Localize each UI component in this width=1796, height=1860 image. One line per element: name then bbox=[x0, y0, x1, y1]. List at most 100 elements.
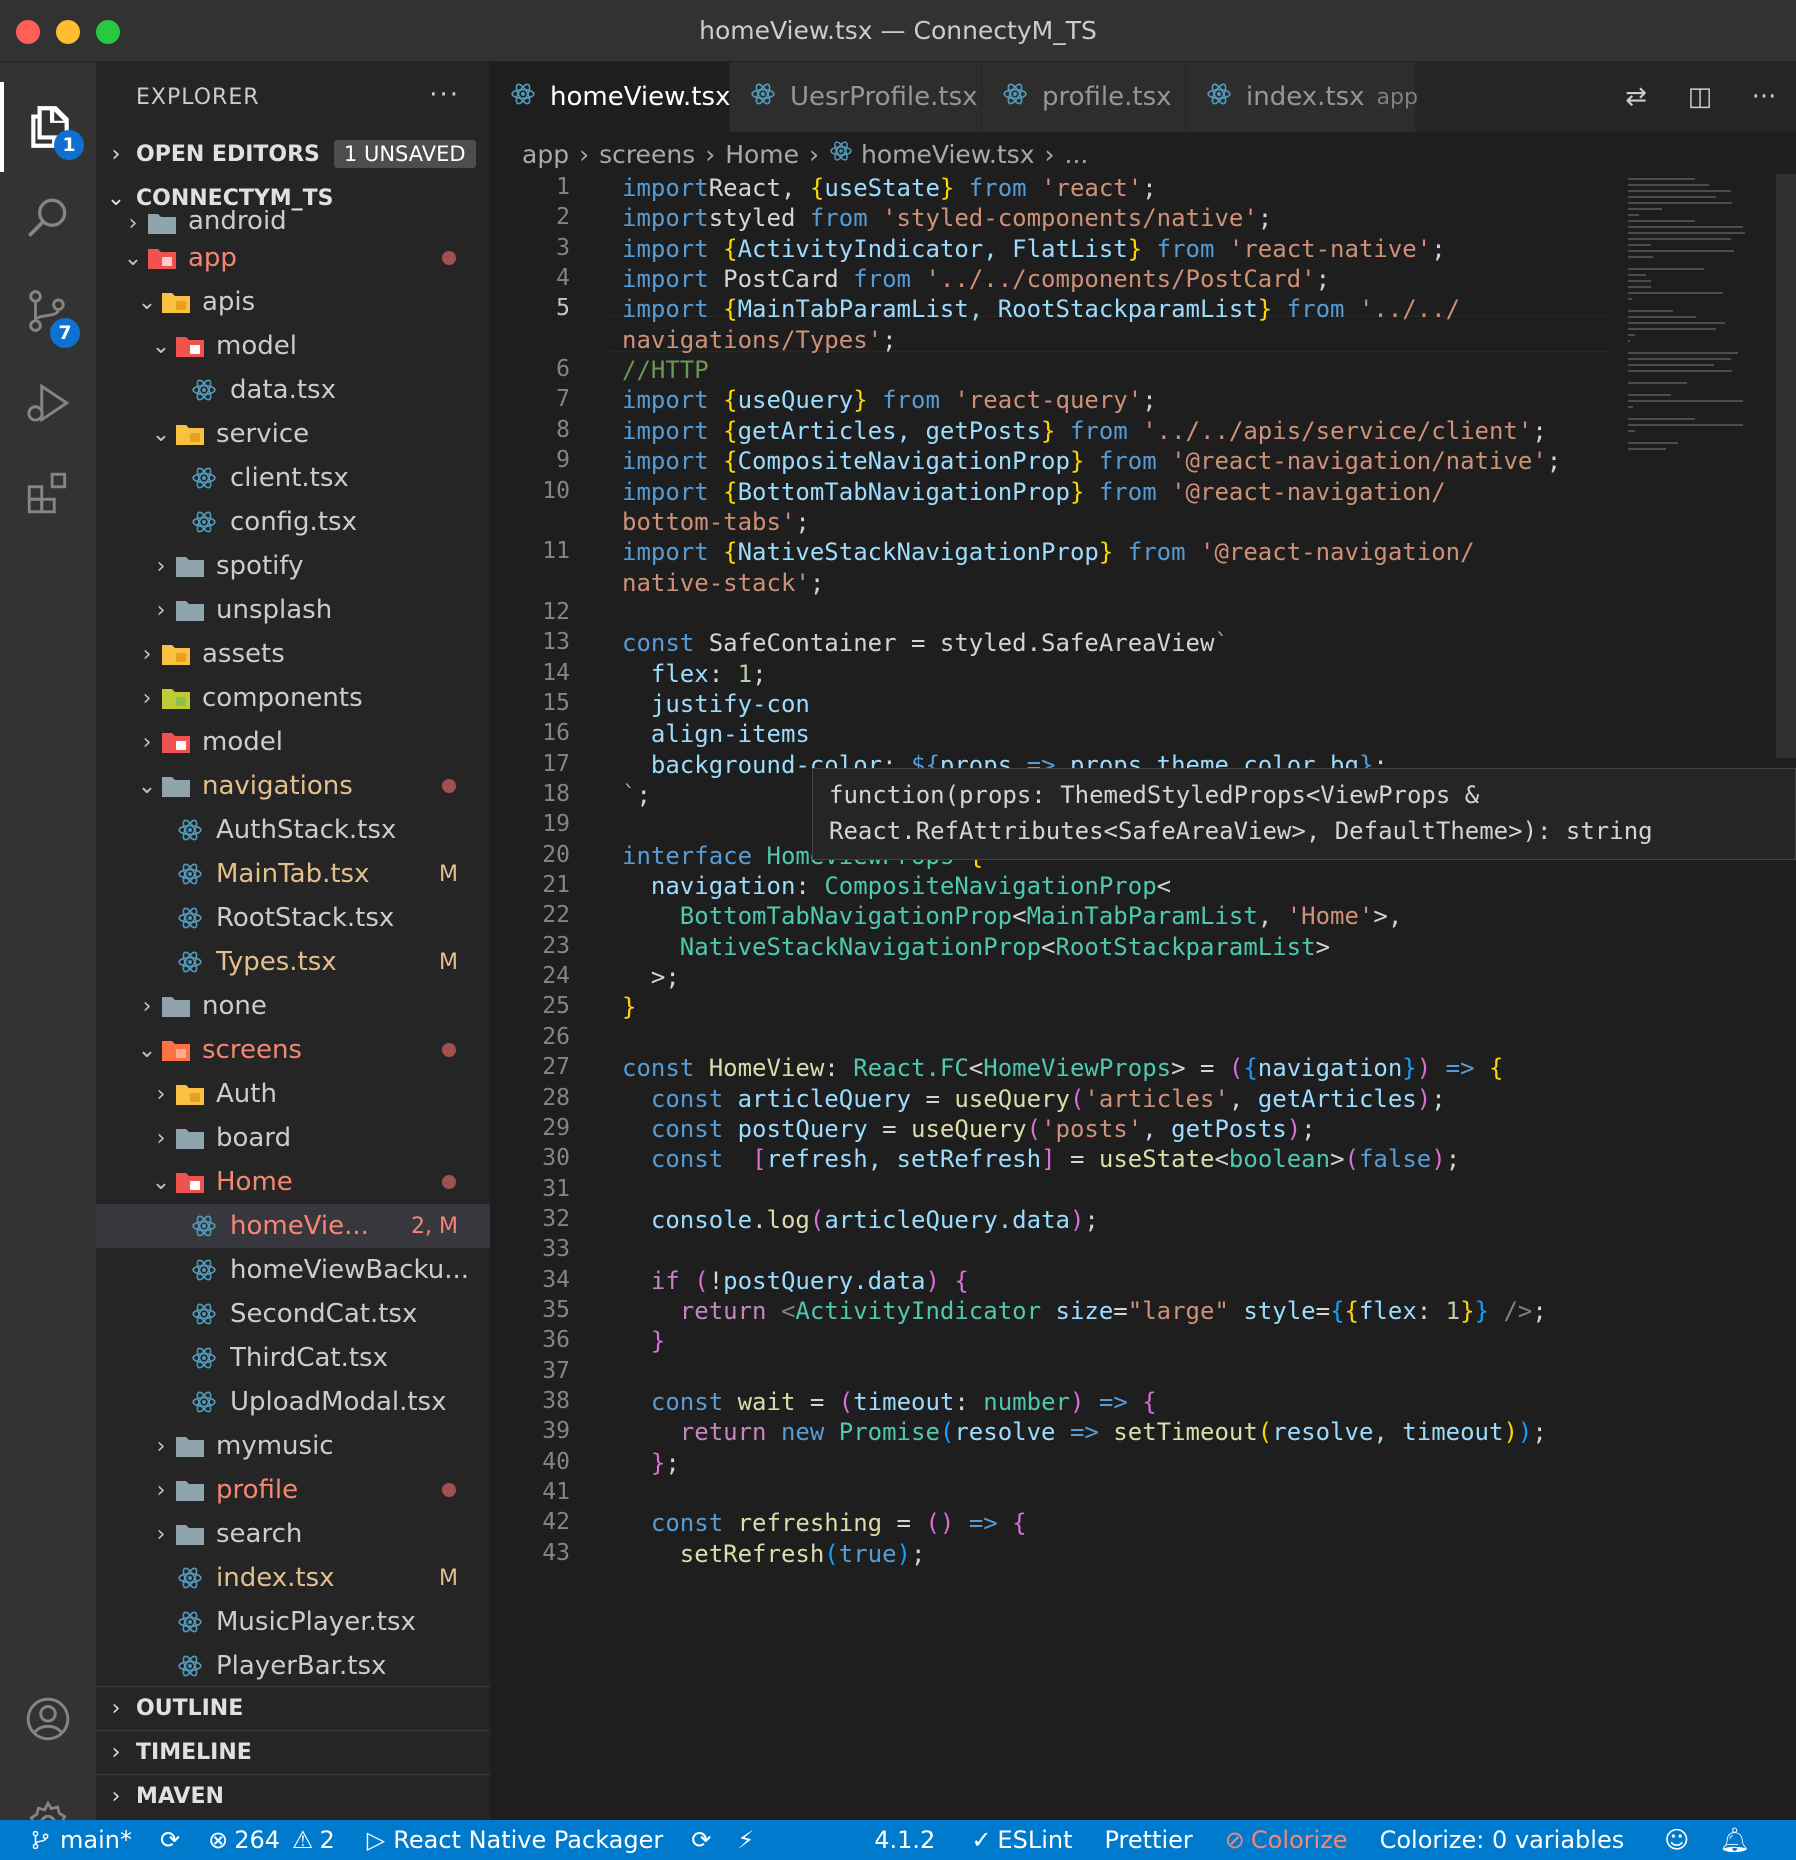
tree-item-label: homeViewBacku... bbox=[230, 1255, 470, 1285]
tree-item[interactable]: › spotify bbox=[96, 544, 490, 588]
colorize-item[interactable]: ⊘ Colorize bbox=[1225, 1826, 1348, 1854]
code-token: 'react-native' bbox=[1228, 235, 1432, 263]
tree-item-label: screens bbox=[202, 1035, 302, 1065]
tree-item[interactable]: homeVie... 2, M bbox=[96, 1204, 490, 1248]
code-editor[interactable]: 1 importReact, {useState} from 'react'; 2 i… bbox=[490, 174, 1796, 1820]
editor-tab[interactable]: index.tsx app bbox=[1186, 62, 1418, 132]
tree-item[interactable]: MainTab.tsx M bbox=[96, 852, 490, 896]
code-line: BottomTabNavigationProp<MainTabParamList… bbox=[622, 902, 1403, 930]
accounts-activity[interactable] bbox=[0, 1674, 96, 1764]
packager-item[interactable]: ▷ React Native Packager bbox=[367, 1826, 663, 1854]
warning-icon: ⚠ bbox=[292, 1826, 314, 1854]
tree-item[interactable]: › android bbox=[96, 210, 490, 236]
minimap-line bbox=[1628, 430, 1636, 432]
tree-item[interactable]: UploadModal.tsx bbox=[96, 1380, 490, 1424]
editor-tab[interactable]: homeView.tsx bbox=[490, 62, 730, 132]
more-actions-icon[interactable]: ··· bbox=[1732, 82, 1796, 112]
tree-item[interactable]: ⌄ apis bbox=[96, 280, 490, 324]
tree-item[interactable]: ⌄ model bbox=[96, 324, 490, 368]
code-token: log bbox=[766, 1206, 810, 1234]
breadcrumb-item[interactable]: homeView.tsx bbox=[861, 140, 1034, 169]
code-token: ; bbox=[809, 569, 825, 597]
breadcrumb-item[interactable]: ... bbox=[1065, 140, 1089, 169]
tree-item[interactable]: MusicPlayer.tsx bbox=[96, 1600, 490, 1644]
run-debug-activity[interactable] bbox=[0, 358, 96, 448]
tree-item[interactable]: › profile bbox=[96, 1468, 490, 1512]
tree-item[interactable]: › search bbox=[96, 1512, 490, 1556]
git-status-badge: M bbox=[439, 1565, 458, 1591]
prettier-item[interactable]: Prettier bbox=[1104, 1826, 1192, 1854]
tree-item[interactable]: › unsplash bbox=[96, 588, 490, 632]
code-line: const postQuery = useQuery('posts', getP… bbox=[622, 1115, 1316, 1143]
code-token: ; bbox=[1445, 1145, 1461, 1173]
search-activity[interactable] bbox=[0, 174, 96, 264]
explorer-activity[interactable]: 1 bbox=[0, 82, 96, 172]
colorize-variables[interactable]: Colorize: 0 variables bbox=[1380, 1826, 1625, 1854]
tree-item[interactable]: ⌄ screens bbox=[96, 1028, 490, 1072]
tree-item[interactable]: › none bbox=[96, 984, 490, 1028]
explorer-more-button[interactable]: ··· bbox=[429, 80, 460, 110]
editor-tab[interactable]: profile.tsx bbox=[982, 62, 1186, 132]
feedback-icon[interactable]: ☺ bbox=[1664, 1826, 1689, 1854]
refresh-icon[interactable]: ⟳ bbox=[691, 1826, 711, 1854]
minimap[interactable] bbox=[1628, 174, 1776, 524]
tree-item[interactable]: ⌄ app bbox=[96, 236, 490, 280]
maven-section[interactable]: › MAVEN bbox=[96, 1774, 490, 1818]
folder-icon bbox=[174, 1477, 206, 1503]
tree-item[interactable]: › assets bbox=[96, 632, 490, 676]
code-token: } bbox=[1098, 538, 1114, 566]
tree-item[interactable]: data.tsx bbox=[96, 368, 490, 412]
tree-item[interactable]: › components bbox=[96, 676, 490, 720]
compare-changes-icon[interactable]: ⇄ bbox=[1604, 82, 1668, 112]
tree-item[interactable]: config.tsx bbox=[96, 500, 490, 544]
tree-item[interactable]: › mymusic bbox=[96, 1424, 490, 1468]
code-token: } bbox=[1069, 447, 1085, 475]
split-editor-icon[interactable]: ◫ bbox=[1668, 82, 1732, 112]
tree-item[interactable]: ⌄ Home bbox=[96, 1160, 490, 1204]
breadcrumb-item[interactable]: screens bbox=[599, 140, 695, 169]
editor-scrollbar[interactable] bbox=[1776, 174, 1796, 758]
code-token: /> bbox=[1503, 1297, 1533, 1325]
code-token: 'posts' bbox=[1041, 1115, 1143, 1143]
tree-item[interactable]: › model bbox=[96, 720, 490, 764]
notifications-icon[interactable]: 🔔︎ bbox=[1719, 1826, 1749, 1854]
code-token: ( bbox=[1257, 1418, 1273, 1446]
breadcrumb-item[interactable]: app bbox=[522, 140, 569, 169]
tree-item[interactable]: RootStack.tsx bbox=[96, 896, 490, 940]
tree-item[interactable]: SecondCat.tsx bbox=[96, 1292, 490, 1336]
open-editors-section[interactable]: › OPEN EDITORS 1 UNSAVED bbox=[96, 132, 490, 176]
hover-line-2: React.RefAttributes<SafeAreaView>, Defau… bbox=[829, 817, 1653, 845]
outline-section[interactable]: › OUTLINE bbox=[96, 1686, 490, 1730]
tree-item[interactable]: ThirdCat.tsx bbox=[96, 1336, 490, 1380]
eslint-item[interactable]: ✓ ESLint bbox=[971, 1826, 1072, 1854]
tree-item[interactable]: › board bbox=[96, 1116, 490, 1160]
line-number: 36 bbox=[542, 1327, 570, 1353]
tree-item[interactable]: ⌄ navigations bbox=[96, 764, 490, 808]
code-token: = bbox=[1315, 1297, 1331, 1325]
tree-item[interactable]: homeViewBacku... bbox=[96, 1248, 490, 1292]
react-file-icon bbox=[174, 1653, 206, 1679]
tree-item[interactable]: PlayerBar.tsx bbox=[96, 1644, 490, 1688]
tree-item[interactable]: Types.tsx M bbox=[96, 940, 490, 984]
breadcrumb-item[interactable]: Home bbox=[725, 140, 799, 169]
tree-item[interactable]: AuthStack.tsx bbox=[96, 808, 490, 852]
code-token: { bbox=[708, 447, 738, 475]
tree-item[interactable]: ⌄ service bbox=[96, 412, 490, 456]
editor-tab[interactable]: UesrProfile.tsx bbox=[730, 62, 982, 132]
problems-item[interactable]: ⊗ 264 ⚠ 2 bbox=[208, 1826, 335, 1854]
code-token: NativeStackNavigationProp bbox=[679, 933, 1042, 961]
tree-item[interactable]: index.tsx M bbox=[96, 1556, 490, 1600]
sync-icon[interactable]: ⟳ bbox=[160, 1826, 180, 1854]
source-control-activity[interactable]: 7 bbox=[0, 266, 96, 356]
ts-version[interactable]: 4.1.2 bbox=[874, 1826, 935, 1854]
extensions-activity[interactable] bbox=[0, 448, 96, 538]
line-number: 12 bbox=[542, 599, 570, 625]
tree-item[interactable]: client.tsx bbox=[96, 456, 490, 500]
lightning-icon[interactable]: ⚡ bbox=[737, 1826, 754, 1854]
code-token: 'articles' bbox=[1084, 1085, 1229, 1113]
tree-item[interactable]: › Auth bbox=[96, 1072, 490, 1116]
line-number: 22 bbox=[542, 902, 570, 928]
timeline-section[interactable]: › TIMELINE bbox=[96, 1730, 490, 1774]
branch-item[interactable]: main* bbox=[30, 1826, 132, 1854]
